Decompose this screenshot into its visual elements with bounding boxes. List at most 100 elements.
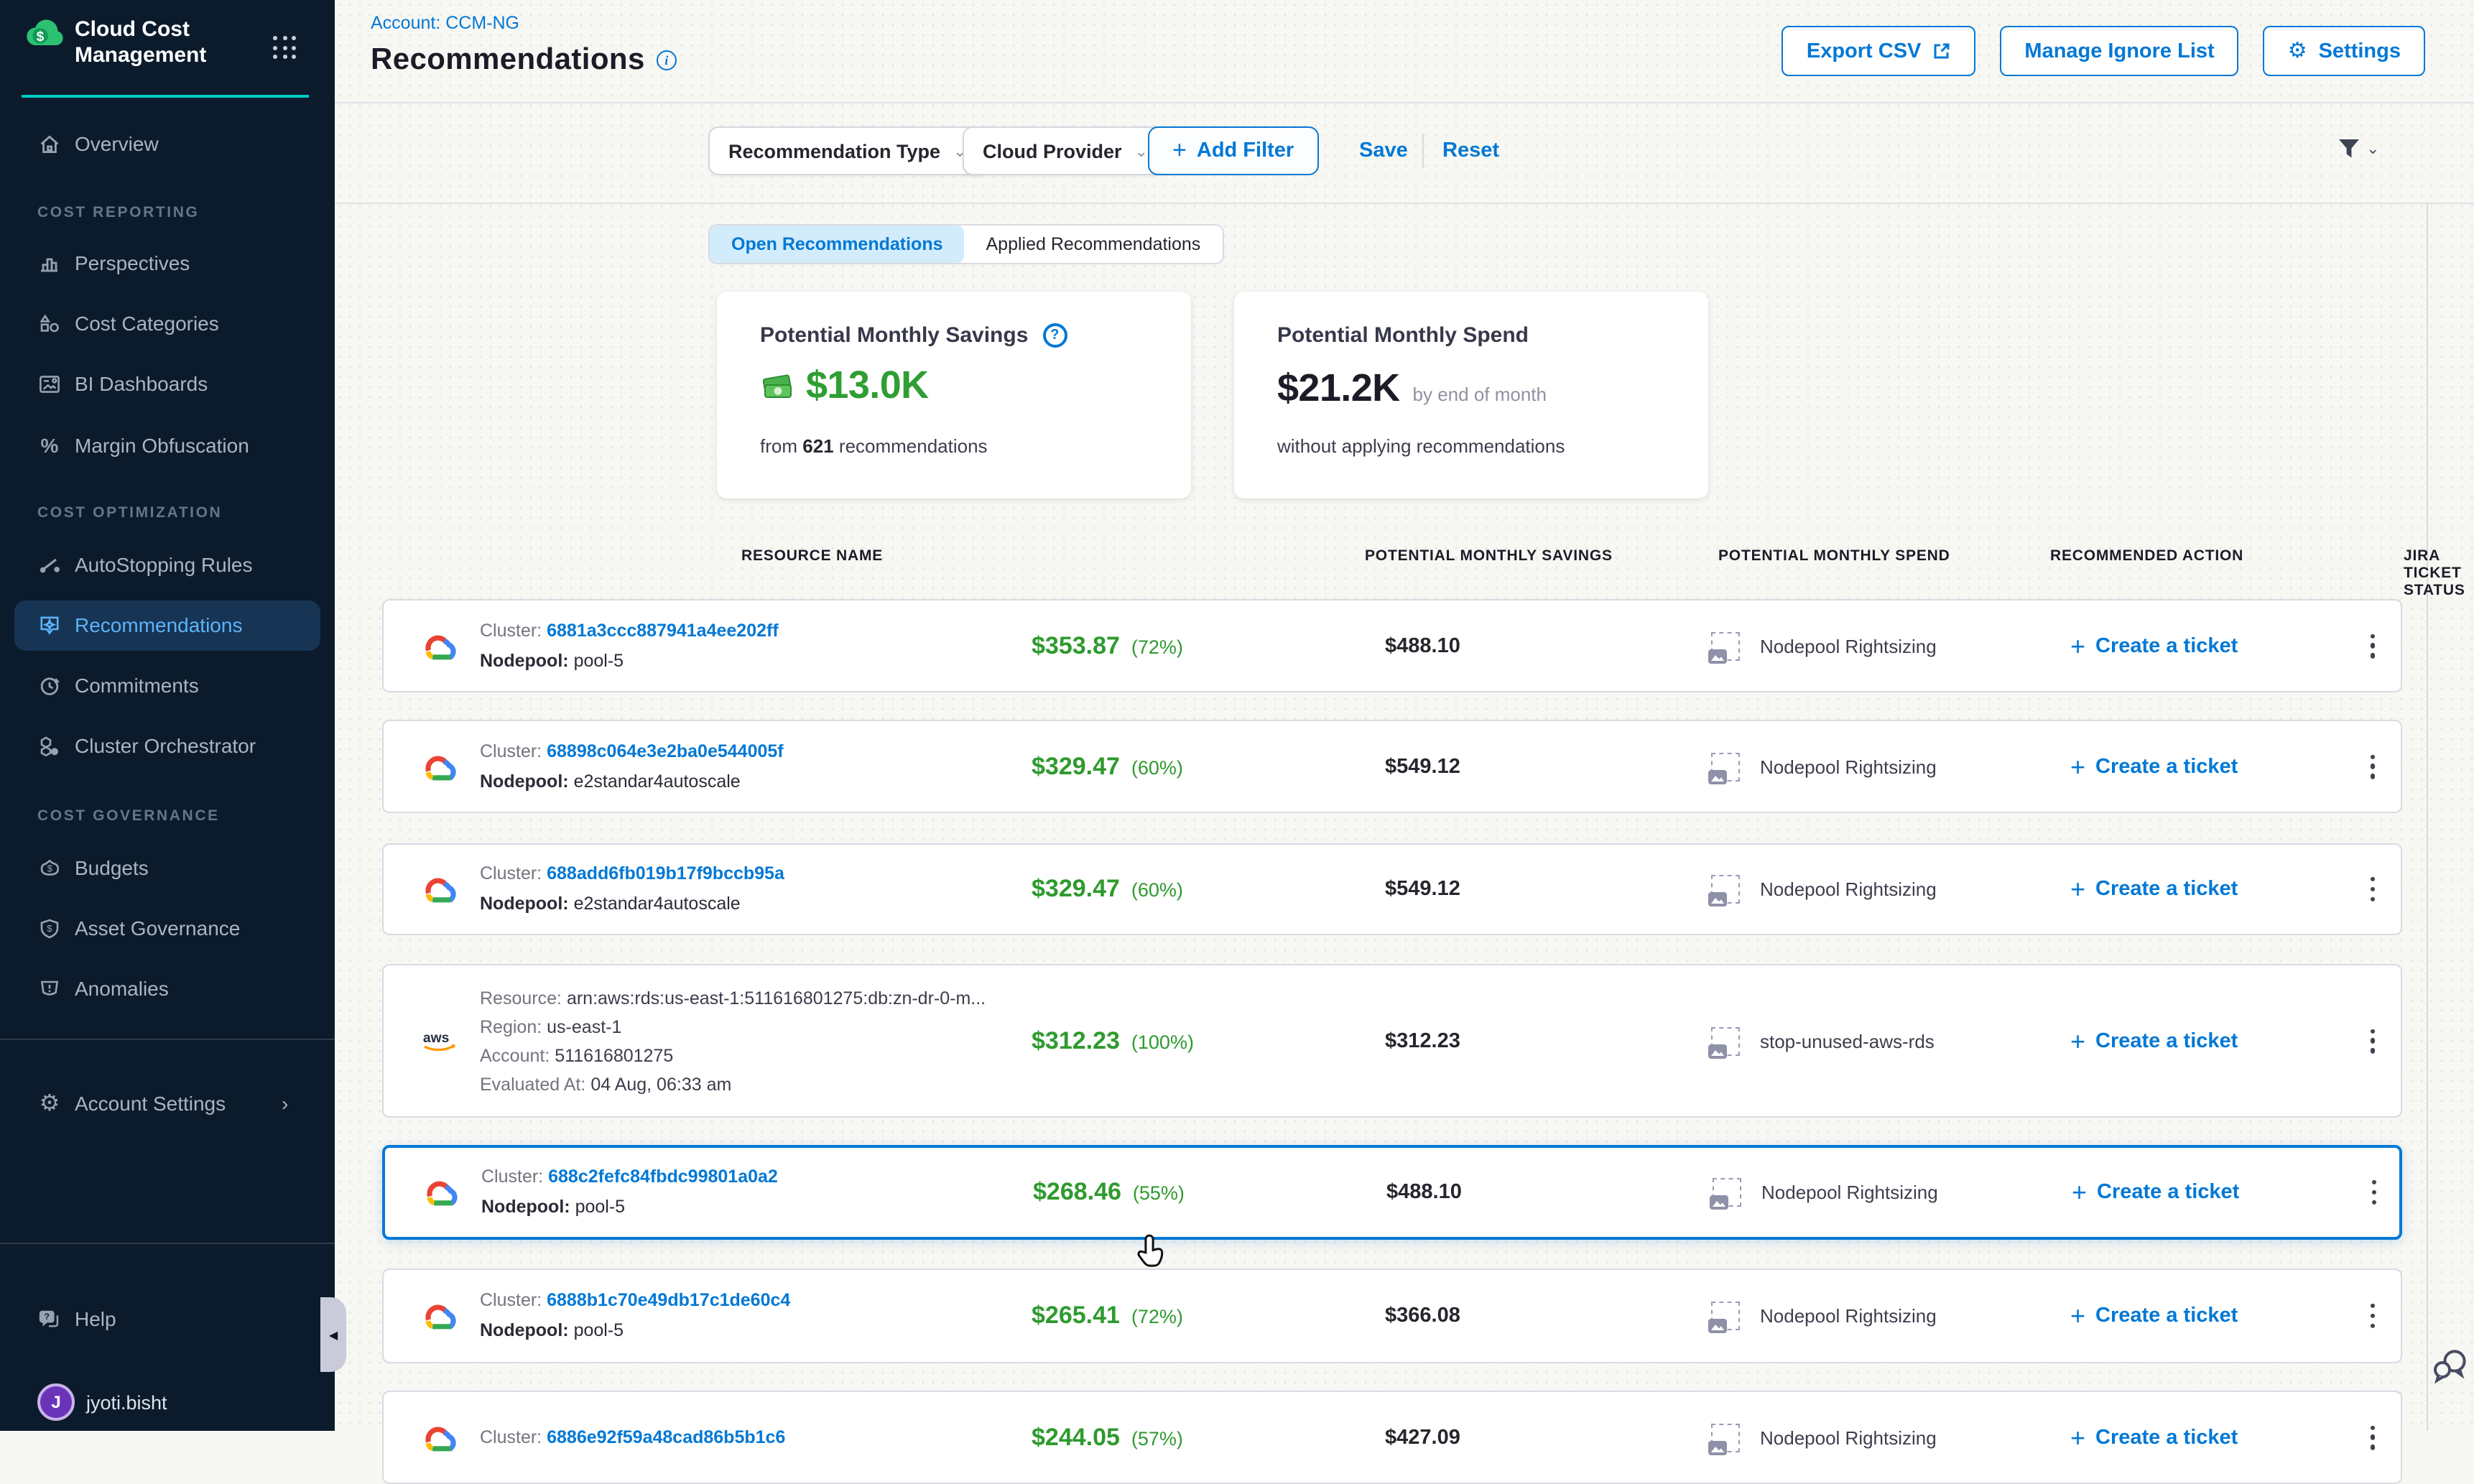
settings-button[interactable]: ⚙ Settings xyxy=(2264,26,2425,76)
funnel-icon xyxy=(2338,138,2361,159)
cluster-label: Cluster: xyxy=(480,1427,542,1447)
row-menu-button[interactable] xyxy=(2365,748,2381,784)
spend-amount: $427.09 xyxy=(1385,1426,1460,1449)
save-filter-button[interactable]: Save xyxy=(1359,126,1408,175)
spend-amount: $312.23 xyxy=(1385,1029,1460,1052)
savings-percent: (55%) xyxy=(1133,1182,1185,1204)
cluster-id-link[interactable]: 6881a3ccc887941a4ee202ff xyxy=(547,620,779,640)
recommended-action: Nodepool Rightsizing xyxy=(1760,878,1937,900)
export-csv-button[interactable]: Export CSV xyxy=(1782,26,1976,76)
spend-amount: $549.12 xyxy=(1385,878,1460,901)
table-row-selected[interactable]: Cluster: 688c2fefc84fbdc99801a0a2 Nodepo… xyxy=(382,1145,2402,1240)
dashboard-image-icon xyxy=(37,371,62,396)
create-ticket-link[interactable]: +Create a ticket xyxy=(2070,1028,2238,1054)
row-menu-button[interactable] xyxy=(2365,628,2381,664)
info-icon[interactable]: i xyxy=(657,50,677,70)
sidebar-item-asset-governance[interactable]: $ Asset Governance xyxy=(0,909,335,947)
sidebar-item-overview[interactable]: Overview xyxy=(0,125,335,162)
tab-open-recommendations[interactable]: Open Recommendations xyxy=(710,226,965,263)
breadcrumb-account-link[interactable]: Account: CCM-NG xyxy=(371,13,519,33)
create-ticket-link[interactable]: +Create a ticket xyxy=(2070,753,2238,779)
filter-panel-toggle[interactable]: ⌄ xyxy=(2338,138,2379,159)
row-menu-button[interactable] xyxy=(2365,1023,2381,1059)
recommendation-type-filter[interactable]: Recommendation Type ⌄ xyxy=(708,126,987,175)
create-ticket-link[interactable]: +Create a ticket xyxy=(2070,1303,2238,1329)
tab-applied-recommendations[interactable]: Applied Recommendations xyxy=(965,226,1223,263)
nodepool-value: pool-5 xyxy=(574,650,624,670)
spend-note: by end of month xyxy=(1413,384,1547,405)
row-menu-button[interactable] xyxy=(2365,871,2381,907)
cloud-provider-filter[interactable]: Cloud Provider ⌄ xyxy=(963,126,1168,175)
create-ticket-link[interactable]: +Create a ticket xyxy=(2072,1179,2239,1205)
nodepool-label: Nodepool: xyxy=(480,894,569,914)
table-row[interactable]: Cluster: 6886e92f59a48cad86b5b1c6 $244.0… xyxy=(382,1391,2402,1484)
sidebar-item-cluster-orchestrator[interactable]: Cluster Orchestrator xyxy=(0,727,335,764)
row-menu-button[interactable] xyxy=(2365,1298,2381,1334)
cluster-id-link[interactable]: 688c2fefc84fbdc99801a0a2 xyxy=(548,1167,778,1187)
row-menu-button[interactable] xyxy=(2365,1419,2381,1455)
create-ticket-link[interactable]: +Create a ticket xyxy=(2070,1424,2238,1450)
gcp-icon xyxy=(421,873,460,905)
savings-percent: (60%) xyxy=(1131,879,1183,901)
sidebar-item-label: Cost Categories xyxy=(75,312,219,335)
gear-icon: ⚙ xyxy=(37,1092,62,1115)
plus-icon: + xyxy=(2070,1303,2085,1329)
sidebar-item-bi-dashboards[interactable]: BI Dashboards xyxy=(0,365,335,402)
sidebar-item-commitments[interactable]: Commitments xyxy=(0,667,335,704)
recommended-action: Nodepool Rightsizing xyxy=(1760,756,1937,777)
help-circle-icon[interactable]: ? xyxy=(1042,323,1067,348)
savings-card-title: Potential Monthly Savings xyxy=(760,323,1028,348)
export-csv-label: Export CSV xyxy=(1807,40,1922,62)
table-row[interactable]: Cluster: 6888b1c70e49db17c1de60c4 Nodepo… xyxy=(382,1269,2402,1363)
recommendations-icon xyxy=(37,613,62,637)
reset-filter-button[interactable]: Reset xyxy=(1442,126,1499,175)
sidebar-item-budgets[interactable]: $ Budgets xyxy=(0,849,335,886)
table-row[interactable]: Cluster: 688add6fb019b17f9bccb95a Nodepo… xyxy=(382,843,2402,935)
resource-label: Resource: xyxy=(480,988,562,1008)
sidebar-item-recommendations[interactable]: Recommendations xyxy=(0,606,335,644)
sidebar-item-cost-categories[interactable]: Cost Categories xyxy=(0,305,335,342)
recommended-action: Nodepool Rightsizing xyxy=(1760,1305,1937,1327)
nodepool-label: Nodepool: xyxy=(480,771,569,791)
sidebar-item-perspectives[interactable]: Perspectives xyxy=(0,244,335,282)
support-chat-icon[interactable] xyxy=(2431,1348,2468,1393)
nodepool-label: Nodepool: xyxy=(480,1320,569,1340)
table-row[interactable]: aws Resource: arn:aws:rds:us-east-1:5116… xyxy=(382,964,2402,1118)
user-menu[interactable]: J jyoti.bisht xyxy=(0,1379,335,1425)
table-row[interactable]: Cluster: 68898c064e3e2ba0e544005f Nodepo… xyxy=(382,720,2402,813)
recommended-action: Nodepool Rightsizing xyxy=(1760,1427,1937,1448)
accent-divider xyxy=(22,95,309,98)
cluster-id-link[interactable]: 688add6fb019b17f9bccb95a xyxy=(547,863,784,884)
sidebar-item-help[interactable]: ? Help xyxy=(0,1300,335,1337)
scroll-divider xyxy=(2427,203,2428,1431)
create-ticket-link[interactable]: +Create a ticket xyxy=(2070,633,2238,659)
sidebar-item-account-settings[interactable]: ⚙ Account Settings › xyxy=(0,1085,335,1122)
savings-value: $13.0K xyxy=(806,363,929,408)
sidebar-item-label: Cluster Orchestrator xyxy=(75,734,256,757)
recommended-action: Nodepool Rightsizing xyxy=(1760,635,1937,657)
row-menu-button[interactable] xyxy=(2366,1174,2383,1210)
col-recommended-action: RECOMMENDED ACTION xyxy=(2050,547,2243,565)
add-filter-button[interactable]: + Add Filter xyxy=(1148,126,1318,175)
sidebar-collapse-button[interactable]: ◀ xyxy=(320,1297,346,1372)
cluster-id-link[interactable]: 6886e92f59a48cad86b5b1c6 xyxy=(547,1427,785,1447)
gcp-icon xyxy=(422,1177,461,1208)
cluster-id-link[interactable]: 6888b1c70e49db17c1de60c4 xyxy=(547,1290,790,1310)
section-cost-governance: COST GOVERNANCE xyxy=(37,807,220,825)
col-jira-ticket-status: JIRA TICKET STATUS xyxy=(2404,547,2474,599)
cluster-id-link[interactable]: 68898c064e3e2ba0e544005f xyxy=(547,741,784,761)
mouse-cursor xyxy=(1132,1233,1167,1277)
rightsizing-icon xyxy=(1711,1302,1740,1330)
sidebar-item-anomalies[interactable]: Anomalies xyxy=(0,970,335,1007)
sidebar-item-margin-obfuscation[interactable]: % Margin Obfuscation xyxy=(0,427,335,464)
shapes-icon xyxy=(37,311,62,335)
create-ticket-link[interactable]: +Create a ticket xyxy=(2070,876,2238,902)
chevron-right-icon: › xyxy=(282,1092,288,1115)
col-potential-monthly-spend: POTENTIAL MONTHLY SPEND xyxy=(1718,547,1950,565)
manage-ignore-list-button[interactable]: Manage Ignore List xyxy=(2000,26,2238,76)
sidebar-item-autostopping-rules[interactable]: AutoStopping Rules xyxy=(0,546,335,583)
module-grid-icon[interactable] xyxy=(273,36,296,59)
table-row[interactable]: Cluster: 6881a3ccc887941a4ee202ff Nodepo… xyxy=(382,599,2402,692)
savings-amount: $244.05 xyxy=(1032,1423,1120,1452)
plus-icon: + xyxy=(2070,876,2085,902)
